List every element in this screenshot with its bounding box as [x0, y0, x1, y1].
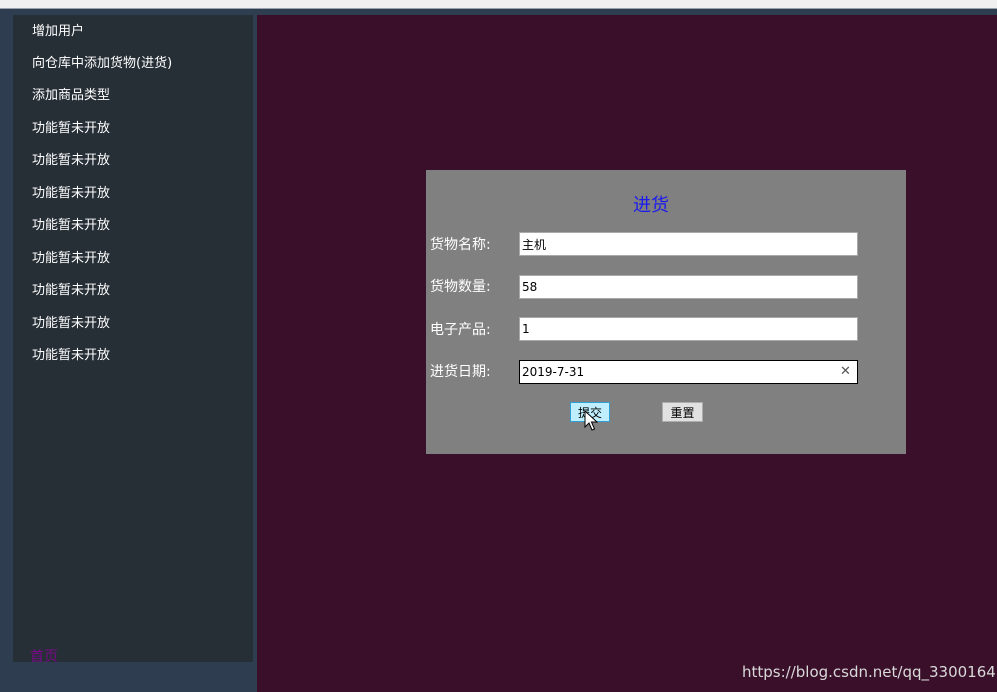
sidebar-item-disabled-8[interactable]: 功能暂未开放 — [32, 347, 110, 365]
sidebar-item-add-user[interactable]: 增加用户 — [32, 23, 84, 41]
browser-top-bar — [0, 0, 997, 9]
goods-type-label: 电子产品: — [430, 322, 491, 338]
purchase-date-label: 进货日期: — [430, 364, 491, 380]
sidebar-item-add-type[interactable]: 添加商品类型 — [32, 87, 110, 105]
sidebar: 增加用户 向仓库中添加货物(进货) 添加商品类型 功能暂未开放 功能暂未开放 功… — [13, 15, 253, 665]
sidebar-item-disabled-1[interactable]: 功能暂未开放 — [32, 120, 110, 138]
sidebar-item-disabled-4[interactable]: 功能暂未开放 — [32, 217, 110, 235]
sidebar-item-disabled-5[interactable]: 功能暂未开放 — [32, 250, 110, 268]
watermark: https://blog.csdn.net/qq_33001647 — [742, 663, 997, 681]
goods-type-input[interactable] — [519, 317, 858, 341]
sidebar-footer — [13, 662, 253, 692]
sidebar-item-disabled-3[interactable]: 功能暂未开放 — [32, 185, 110, 203]
purchase-form: 进货 货物名称: 货物数量: 电子产品: 进货日期: ✕ 提交 重置 — [426, 170, 906, 454]
sidebar-item-add-goods[interactable]: 向仓库中添加货物(进货) — [32, 55, 172, 73]
mouse-pointer-icon — [584, 410, 598, 431]
form-title: 进货 — [633, 195, 669, 216]
clear-icon[interactable]: ✕ — [840, 365, 851, 379]
purchase-date-input[interactable] — [519, 360, 858, 384]
sidebar-item-disabled-7[interactable]: 功能暂未开放 — [32, 315, 110, 333]
goods-quantity-input[interactable] — [519, 275, 858, 299]
reset-button[interactable]: 重置 — [662, 402, 703, 422]
goods-name-label: 货物名称: — [430, 237, 491, 253]
goods-name-input[interactable] — [519, 232, 858, 256]
goods-quantity-label: 货物数量: — [430, 279, 491, 295]
sidebar-item-disabled-2[interactable]: 功能暂未开放 — [32, 152, 110, 170]
sidebar-item-disabled-6[interactable]: 功能暂未开放 — [32, 282, 110, 300]
